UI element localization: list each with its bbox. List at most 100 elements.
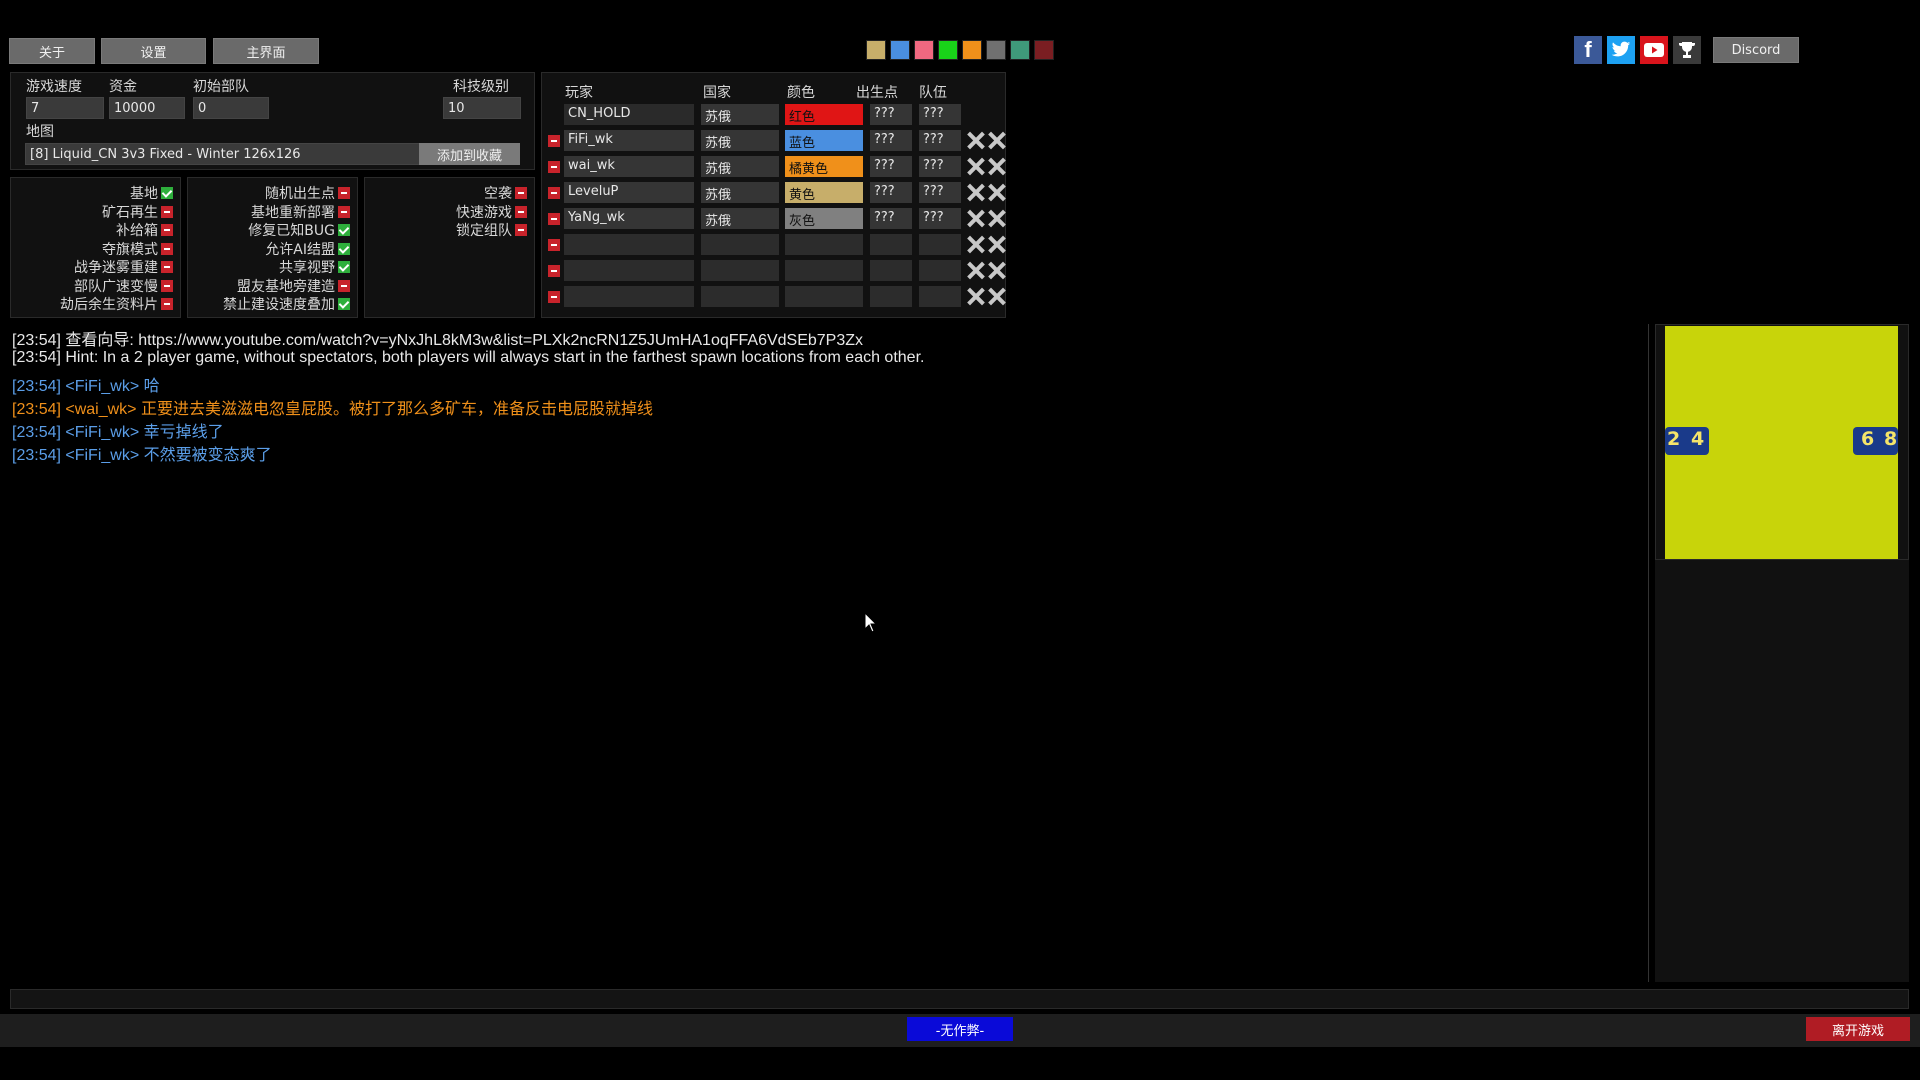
chat-input[interactable] bbox=[10, 989, 1909, 1009]
ban-player-icon[interactable] bbox=[987, 260, 1006, 281]
color-swatch[interactable] bbox=[962, 40, 982, 60]
trophy-icon[interactable] bbox=[1673, 36, 1701, 64]
remove-player-slot-button[interactable] bbox=[548, 291, 560, 303]
spawn-select[interactable]: ??? bbox=[870, 156, 912, 177]
spawn-select[interactable] bbox=[870, 286, 912, 307]
checkbox-checked[interactable] bbox=[338, 242, 350, 255]
team-select[interactable]: ??? bbox=[919, 182, 961, 203]
checkbox-unchecked[interactable] bbox=[515, 187, 527, 199]
map-field[interactable]: [8] Liquid_CN 3v3 Fixed - Winter 126x126 bbox=[25, 143, 423, 165]
team-select[interactable] bbox=[919, 286, 961, 307]
color-select[interactable]: 蓝色 bbox=[785, 130, 863, 151]
leave-game-button[interactable]: 离开游戏 bbox=[1806, 1017, 1910, 1041]
team-select[interactable]: ??? bbox=[919, 208, 961, 229]
color-swatch[interactable] bbox=[938, 40, 958, 60]
color-select[interactable] bbox=[785, 234, 863, 255]
spawn-select[interactable]: ??? bbox=[870, 208, 912, 229]
remove-player-slot-button[interactable] bbox=[548, 135, 560, 147]
kick-player-icon[interactable] bbox=[966, 156, 985, 177]
checkbox-unchecked[interactable] bbox=[161, 261, 173, 273]
twitter-icon[interactable] bbox=[1607, 36, 1635, 64]
remove-player-slot-button[interactable] bbox=[548, 213, 560, 225]
player-name-field[interactable]: YaNg_wk bbox=[564, 208, 694, 229]
color-swatch[interactable] bbox=[890, 40, 910, 60]
main-menu-button[interactable]: 主界面 bbox=[213, 38, 319, 64]
kick-player-icon[interactable] bbox=[966, 286, 985, 307]
color-swatch[interactable] bbox=[1034, 40, 1054, 60]
player-name-field[interactable]: FiFi_wk bbox=[564, 130, 694, 151]
checkbox-unchecked[interactable] bbox=[161, 205, 173, 218]
country-select[interactable]: 苏俄 bbox=[701, 130, 779, 151]
about-button[interactable]: 关于 bbox=[9, 38, 95, 64]
color-swatch[interactable] bbox=[914, 40, 934, 60]
kick-player-icon[interactable] bbox=[966, 208, 985, 229]
spawn-select[interactable]: ??? bbox=[870, 182, 912, 203]
discord-button[interactable]: Discord bbox=[1713, 37, 1799, 63]
settings-button[interactable]: 设置 bbox=[101, 38, 206, 64]
country-select[interactable]: 苏俄 bbox=[701, 208, 779, 229]
spawn-select[interactable] bbox=[870, 234, 912, 255]
checkbox-unchecked[interactable] bbox=[338, 279, 350, 292]
player-name-field[interactable] bbox=[564, 260, 694, 281]
checkbox-checked[interactable] bbox=[338, 224, 350, 236]
checkbox-checked[interactable] bbox=[338, 298, 350, 310]
player-name-field[interactable] bbox=[564, 286, 694, 307]
team-select[interactable] bbox=[919, 234, 961, 255]
player-name-field[interactable]: CN_HOLD bbox=[564, 104, 694, 125]
team-select[interactable]: ??? bbox=[919, 130, 961, 151]
color-swatch[interactable] bbox=[866, 40, 886, 60]
checkbox-unchecked[interactable] bbox=[161, 298, 173, 310]
ban-player-icon[interactable] bbox=[987, 234, 1006, 255]
team-select[interactable] bbox=[919, 260, 961, 281]
kick-player-icon[interactable] bbox=[966, 182, 985, 203]
color-select[interactable]: 红色 bbox=[785, 104, 863, 125]
country-select[interactable] bbox=[701, 234, 779, 255]
ban-player-icon[interactable] bbox=[987, 286, 1006, 307]
youtube-icon[interactable] bbox=[1640, 36, 1668, 64]
ban-player-icon[interactable] bbox=[987, 156, 1006, 177]
ban-player-icon[interactable] bbox=[987, 182, 1006, 203]
checkbox-checked[interactable] bbox=[161, 187, 173, 199]
color-select[interactable]: 黄色 bbox=[785, 182, 863, 203]
checkbox-unchecked[interactable] bbox=[515, 224, 527, 236]
add-favorite-button[interactable]: 添加到收藏 bbox=[419, 143, 520, 165]
player-name-field[interactable] bbox=[564, 234, 694, 255]
team-select[interactable]: ??? bbox=[919, 156, 961, 177]
team-select[interactable]: ??? bbox=[919, 104, 961, 125]
checkbox-unchecked[interactable] bbox=[161, 224, 173, 236]
remove-player-slot-button[interactable] bbox=[548, 161, 560, 173]
color-swatch[interactable] bbox=[1010, 40, 1030, 60]
country-select[interactable]: 苏俄 bbox=[701, 104, 779, 125]
checkbox-unchecked[interactable] bbox=[515, 205, 527, 218]
remove-player-slot-button[interactable] bbox=[548, 239, 560, 251]
checkbox-unchecked[interactable] bbox=[338, 187, 350, 199]
color-select[interactable] bbox=[785, 286, 863, 307]
funds-field[interactable]: 10000 bbox=[109, 97, 185, 119]
checkbox-checked[interactable] bbox=[338, 261, 350, 273]
country-select[interactable] bbox=[701, 260, 779, 281]
ban-player-icon[interactable] bbox=[987, 208, 1006, 229]
remove-player-slot-button[interactable] bbox=[548, 265, 560, 277]
kick-player-icon[interactable] bbox=[966, 260, 985, 281]
checkbox-unchecked[interactable] bbox=[161, 242, 173, 255]
checkbox-unchecked[interactable] bbox=[338, 205, 350, 218]
start-units-field[interactable]: 0 bbox=[193, 97, 269, 119]
checkbox-unchecked[interactable] bbox=[161, 279, 173, 292]
spawn-select[interactable]: ??? bbox=[870, 130, 912, 151]
player-name-field[interactable]: LeveluP bbox=[564, 182, 694, 203]
kick-player-icon[interactable] bbox=[966, 130, 985, 151]
kick-player-icon[interactable] bbox=[966, 234, 985, 255]
color-select[interactable] bbox=[785, 260, 863, 281]
color-select[interactable]: 灰色 bbox=[785, 208, 863, 229]
country-select[interactable]: 苏俄 bbox=[701, 182, 779, 203]
ban-player-icon[interactable] bbox=[987, 130, 1006, 151]
player-name-field[interactable]: wai_wk bbox=[564, 156, 694, 177]
game-speed-field[interactable]: 7 bbox=[26, 97, 104, 119]
color-select[interactable]: 橘黄色 bbox=[785, 156, 863, 177]
country-select[interactable] bbox=[701, 286, 779, 307]
minimap[interactable]: 2 4 6 8 bbox=[1665, 326, 1898, 559]
remove-player-slot-button[interactable] bbox=[548, 187, 560, 199]
color-swatch[interactable] bbox=[986, 40, 1006, 60]
spawn-select[interactable] bbox=[870, 260, 912, 281]
country-select[interactable]: 苏俄 bbox=[701, 156, 779, 177]
